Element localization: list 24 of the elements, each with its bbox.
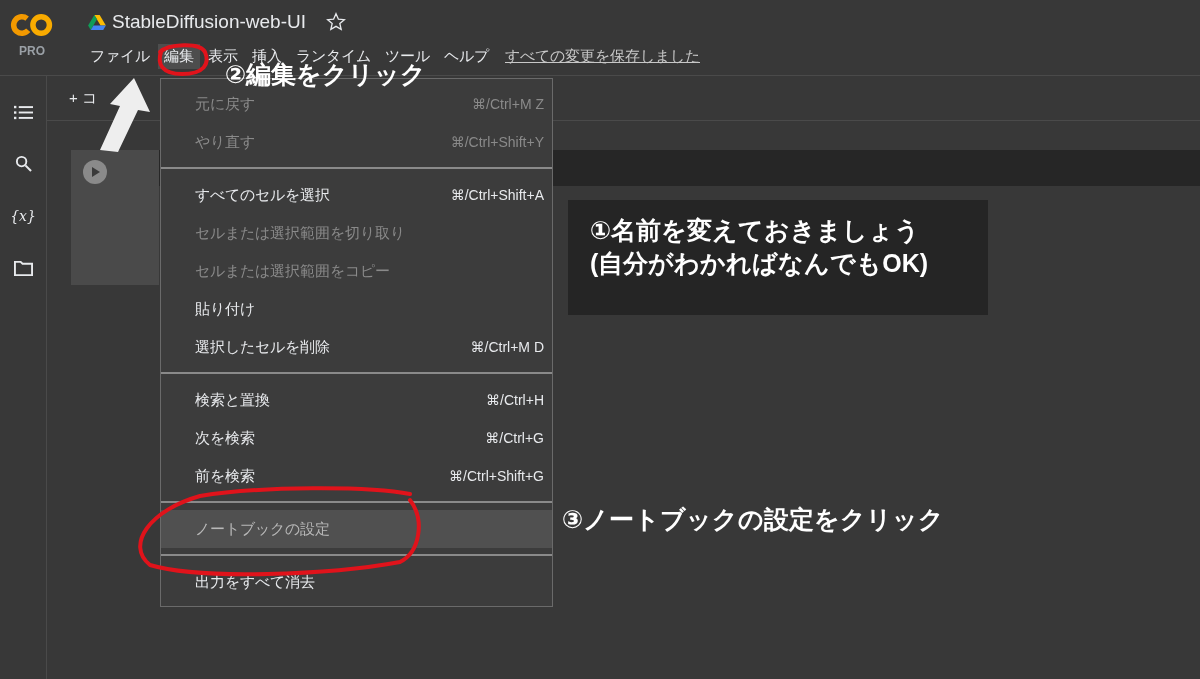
menu-option[interactable]: 前を検索 ⌘/Ctrl+Shift+G xyxy=(161,457,552,495)
menu-option[interactable]: 貼り付け xyxy=(161,290,552,328)
annotation-note: ①名前を変えておきましょう (自分がわかればなんでもOK) xyxy=(568,200,988,315)
save-status-link[interactable]: すべての変更を保存しました xyxy=(505,47,700,66)
plan-label: PRO xyxy=(19,44,45,58)
menu-item[interactable]: ファイル xyxy=(84,44,156,69)
menu-option[interactable]: ノートブックの設定 xyxy=(161,510,552,548)
menu-option[interactable]: すべてのセルを選択 ⌘/Ctrl+Shift+A xyxy=(161,176,552,214)
menu-item[interactable]: ヘルプ xyxy=(438,44,495,69)
star-icon[interactable] xyxy=(325,12,346,32)
menu-option[interactable]: 選択したセルを削除 ⌘/Ctrl+M D xyxy=(161,328,552,366)
annotation-label: ③ノートブックの設定をクリック xyxy=(562,504,945,535)
menu-option[interactable]: 次を検索 ⌘/Ctrl+G xyxy=(161,419,552,457)
colab-logo-icon xyxy=(10,12,54,38)
run-button-icon[interactable] xyxy=(83,160,107,184)
menu-option[interactable]: 検索と置換 ⌘/Ctrl+H xyxy=(161,381,552,419)
folder-icon[interactable] xyxy=(13,260,33,277)
menu-option[interactable]: 出力をすべて消去 xyxy=(161,563,552,601)
drive-icon xyxy=(88,14,106,30)
add-code-button[interactable]: + コ xyxy=(63,87,103,109)
notebook-title[interactable]: StableDiffusion-web-UI xyxy=(112,11,306,33)
search-icon[interactable] xyxy=(13,155,33,172)
variables-button[interactable]: {x} xyxy=(10,206,36,226)
table-of-contents-icon[interactable] xyxy=(13,104,33,121)
